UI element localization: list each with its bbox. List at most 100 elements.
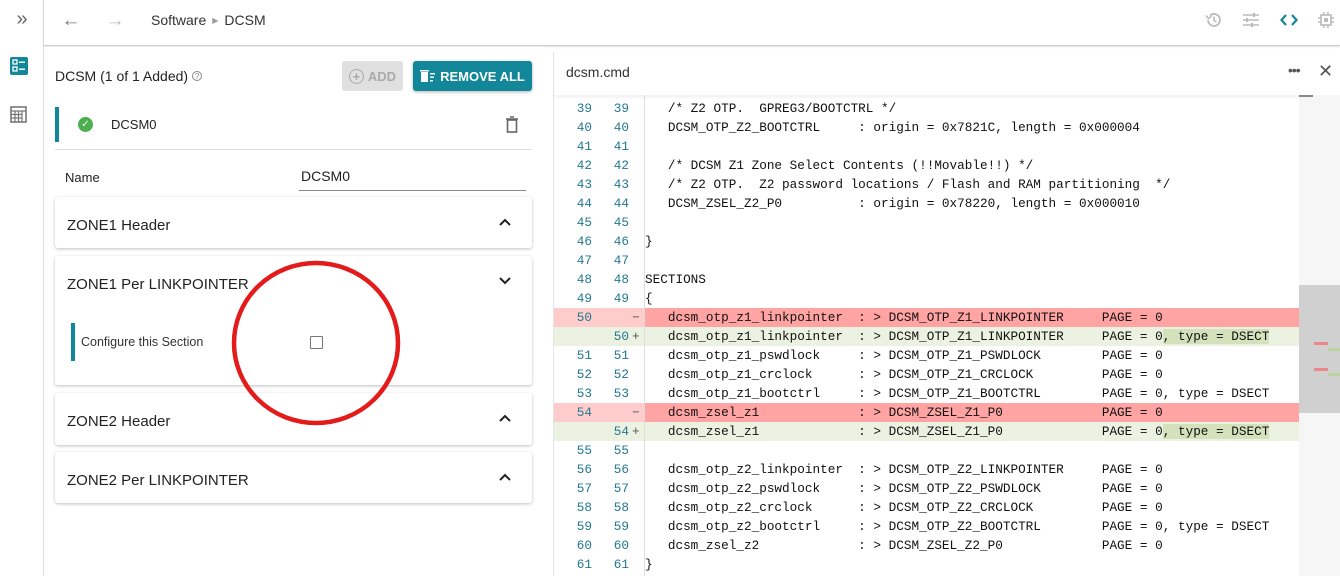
back-arrow-icon[interactable]: ← — [60, 10, 82, 32]
new-line-number: 40 — [613, 120, 629, 135]
code-line: 40 40 DCSM_OTP_Z2_BOOTCTRL : origin = 0x7… — [554, 118, 1299, 137]
new-line-number: 45 — [613, 215, 629, 230]
code-line: 52 52 dcsm_otp_z1_crclock : > DCSM_OTP_Z1… — [554, 365, 1299, 384]
diff-marker: − — [632, 405, 640, 420]
instance-row[interactable]: ✓ DCSM0 — [55, 107, 532, 150]
remove-all-button[interactable]: REMOVE ALL — [413, 61, 532, 91]
changed-text: , type = DSECT — [1162, 329, 1270, 344]
code-text: dcsm_zsel_z1 : > DCSM_ZSEL_Z1_P0 PAGE = … — [645, 424, 1163, 439]
section-title: ZONE2 Header — [67, 413, 171, 430]
chip-icon[interactable] — [1316, 10, 1336, 30]
old-line-number: 53 — [576, 386, 592, 401]
code-text: } — [645, 234, 653, 249]
code-line: 41 41 — [554, 137, 1299, 156]
code-line: 59 59 dcsm_otp_z2_bootctrl : > DCSM_OTP_Z… — [554, 517, 1299, 536]
diff-marker: − — [632, 310, 640, 325]
code-text: dcsm_otp_z1_bootctrl : > DCSM_OTP_Z1_BOO… — [645, 386, 1270, 401]
old-line-number: 56 — [576, 462, 592, 477]
code-text: dcsm_otp_z2_bootctrl : > DCSM_OTP_Z2_BOO… — [645, 519, 1270, 534]
new-line-number: 61 — [613, 557, 629, 572]
old-line-number: 61 — [576, 557, 592, 572]
chevron-up-icon[interactable] — [498, 215, 512, 229]
new-line-number: 44 — [613, 196, 629, 211]
trash-icon[interactable] — [505, 116, 519, 133]
code-text: dcsm_otp_z1_pswdlock : > DCSM_OTP_Z1_PSW… — [645, 348, 1163, 363]
code-line: 56 56 dcsm_otp_z2_linkpointer : > DCSM_OT… — [554, 460, 1299, 479]
old-line-number: 58 — [576, 500, 592, 515]
section-zone1-header[interactable]: ZONE1 Header — [55, 197, 532, 248]
breadcrumb-software[interactable]: Software — [151, 12, 206, 28]
code-text: /* Z2 OTP. Z2 password locations / Flash… — [645, 177, 1171, 192]
configuration-view-icon[interactable] — [10, 57, 28, 75]
sliders-icon[interactable] — [1241, 10, 1261, 30]
old-line-number: 44 — [576, 196, 592, 211]
diff-line-added: 50 + dcsm_otp_z1_linkpointer : > DCSM_OTP… — [554, 327, 1299, 346]
chevron-down-icon[interactable] — [498, 274, 512, 288]
old-line-number: 48 — [576, 272, 592, 287]
history-icon[interactable] — [1204, 10, 1224, 30]
code-line: 60 60 dcsm_zsel_z2 : > DCSM_ZSEL_Z2_P0 PA… — [554, 536, 1299, 555]
old-line-number: 54 — [576, 405, 592, 420]
code-text: { — [645, 291, 653, 306]
code-text: } — [645, 557, 653, 572]
calculator-icon[interactable] — [9, 105, 27, 123]
old-line-number: 41 — [576, 139, 592, 154]
code-icon[interactable] — [1279, 10, 1299, 30]
new-line-number: 41 — [613, 139, 629, 154]
code-line: 45 45 — [554, 213, 1299, 232]
code-text: DCSM_OTP_Z2_BOOTCTRL : origin = 0x7821C,… — [645, 120, 1140, 135]
section-title: ZONE1 Header — [67, 217, 171, 234]
chevron-up-icon[interactable] — [498, 470, 512, 484]
code-editor: dcsm.cmd ••• ✕ 39 39 /* Z2 OTP. GPREG3/BO… — [553, 52, 1340, 576]
code-text: /* Z2 OTP. GPREG3/BOOTCTRL */ — [645, 101, 897, 116]
instance-name: DCSM0 — [111, 117, 157, 132]
add-button[interactable]: + ADD — [342, 61, 403, 91]
more-options-icon[interactable]: ••• — [1288, 62, 1301, 78]
code-line: 43 43 /* Z2 OTP. Z2 password locations / … — [554, 175, 1299, 194]
changed-text: , type = DSECT — [1162, 424, 1270, 439]
breadcrumb: Software ▶ DCSM — [151, 12, 266, 28]
code-line: 46 46} — [554, 232, 1299, 251]
code-text: dcsm_otp_z2_linkpointer : > DCSM_OTP_Z2_… — [645, 462, 1163, 477]
code-line: 51 51 dcsm_otp_z1_pswdlock : > DCSM_OTP_Z… — [554, 346, 1299, 365]
add-circle-icon: + — [348, 68, 364, 84]
breadcrumb-dcsm: DCSM — [224, 12, 266, 28]
new-line-number: 50 — [613, 329, 629, 344]
diff-view[interactable]: 39 39 /* Z2 OTP. GPREG3/BOOTCTRL */ 40 40 D… — [554, 95, 1299, 576]
new-line-number: 52 — [613, 367, 629, 382]
name-input[interactable]: DCSM0 — [299, 163, 526, 191]
new-line-number: 39 — [613, 101, 629, 116]
code-text: SECTIONS — [645, 272, 706, 287]
new-line-number: 49 — [613, 291, 629, 306]
name-label: Name — [65, 170, 100, 185]
chevron-up-icon[interactable] — [498, 411, 512, 425]
code-text: dcsm_otp_z2_pswdlock : > DCSM_OTP_Z2_PSW… — [645, 481, 1163, 496]
old-line-number: 47 — [576, 253, 592, 268]
top-bar: ← → Software ▶ DCSM — [44, 0, 1340, 46]
code-text: dcsm_zsel_z1 : > DCSM_ZSEL_Z1_P0 PAGE = … — [645, 405, 1163, 420]
code-text: dcsm_otp_z1_crclock : > DCSM_OTP_Z1_CRCL… — [645, 367, 1163, 382]
code-line: 57 57 dcsm_otp_z2_pswdlock : > DCSM_OTP_Z… — [554, 479, 1299, 498]
new-line-number: 55 — [613, 443, 629, 458]
new-line-number: 51 — [613, 348, 629, 363]
old-line-number: 39 — [576, 101, 592, 116]
expand-sidebar-icon[interactable]: » — [8, 8, 36, 30]
add-label: ADD — [367, 68, 397, 84]
old-line-number: 43 — [576, 177, 592, 192]
code-line: 55 55 — [554, 441, 1299, 460]
section-title[interactable]: ZONE1 Per LINKPOINTER — [67, 276, 249, 293]
new-line-number: 48 — [613, 272, 629, 287]
close-icon[interactable]: ✕ — [1318, 61, 1333, 82]
help-icon[interactable]: ? — [192, 71, 203, 81]
code-text: DCSM_ZSEL_Z2_P0 : origin = 0x78220, leng… — [645, 196, 1140, 211]
panel-title: DCSM (1 of 1 Added) — [55, 68, 189, 84]
breadcrumb-separator-icon: ▶ — [212, 15, 219, 25]
new-line-number: 54 — [613, 424, 629, 439]
forward-arrow-icon[interactable]: → — [104, 10, 126, 32]
diff-line-removed: 54 − dcsm_zsel_z1 : > DCSM_ZSEL_Z1_P0 PAG… — [554, 403, 1299, 422]
old-line-number: 55 — [576, 443, 592, 458]
diff-line-removed: 50 − dcsm_otp_z1_linkpointer : > DCSM_OTP… — [554, 308, 1299, 327]
section-zone2-per-linkpointer[interactable]: ZONE2 Per LINKPOINTER — [55, 452, 532, 503]
diff-marker: + — [632, 329, 640, 344]
new-line-number: 60 — [613, 538, 629, 553]
